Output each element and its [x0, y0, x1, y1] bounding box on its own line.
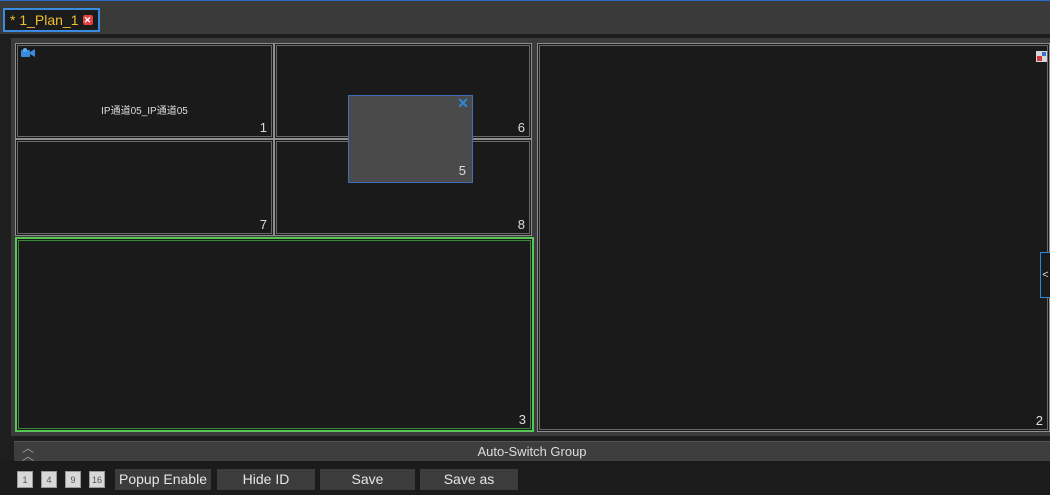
auto-switch-label: Auto-Switch Group [477, 444, 587, 459]
cell-channel-label: IP通道05_IP通道05 [101, 106, 188, 117]
save-button[interactable]: Save [320, 469, 415, 490]
window-cell-2[interactable]: 2 [537, 43, 1050, 432]
video-wall: IP通道05_IP通道05 1 6 7 8 3 2 [11, 38, 1050, 436]
side-panel-toggle[interactable]: < [1040, 252, 1050, 298]
layout-4-button[interactable]: 4 [41, 471, 57, 488]
camera-icon [21, 48, 35, 57]
cell-number: 2 [1035, 413, 1043, 428]
tab-plan-1[interactable]: * 1_Plan_1 ✕ [3, 8, 100, 32]
cell-number: 5 [458, 163, 466, 178]
window-settings-icon[interactable] [1036, 51, 1047, 62]
layout-16-button[interactable]: 16 [89, 471, 105, 488]
close-icon[interactable]: ✕ [82, 15, 93, 25]
cell-number: 6 [517, 120, 525, 135]
auto-switch-bar[interactable]: ︿ ︿ Auto-Switch Group [14, 441, 1050, 462]
window-cell-7[interactable]: 7 [15, 139, 274, 236]
layout-1-button[interactable]: 1 [17, 471, 33, 488]
cell-number: 8 [517, 217, 525, 232]
hide-id-button[interactable]: Hide ID [217, 469, 315, 490]
layout-9-button[interactable]: 9 [65, 471, 81, 488]
cell-number: 3 [518, 412, 526, 427]
window-cell-3[interactable]: 3 [15, 237, 534, 432]
popup-window-5[interactable]: ✕ 5 [348, 95, 473, 183]
save-as-button[interactable]: Save as [420, 469, 518, 490]
bottom-toolbar: 1 4 9 16 Popup Enable Hide ID Save Save … [0, 461, 1050, 495]
plan-tab-bar: * 1_Plan_1 ✕ [0, 0, 1050, 34]
popup-enable-button[interactable]: Popup Enable [115, 469, 211, 490]
cell-number: 7 [259, 217, 267, 232]
cell-number: 1 [259, 120, 267, 135]
window-cell-1[interactable]: IP通道05_IP通道05 1 [15, 43, 274, 139]
tab-title: * 1_Plan_1 [10, 12, 79, 28]
close-icon[interactable]: ✕ [457, 95, 469, 112]
